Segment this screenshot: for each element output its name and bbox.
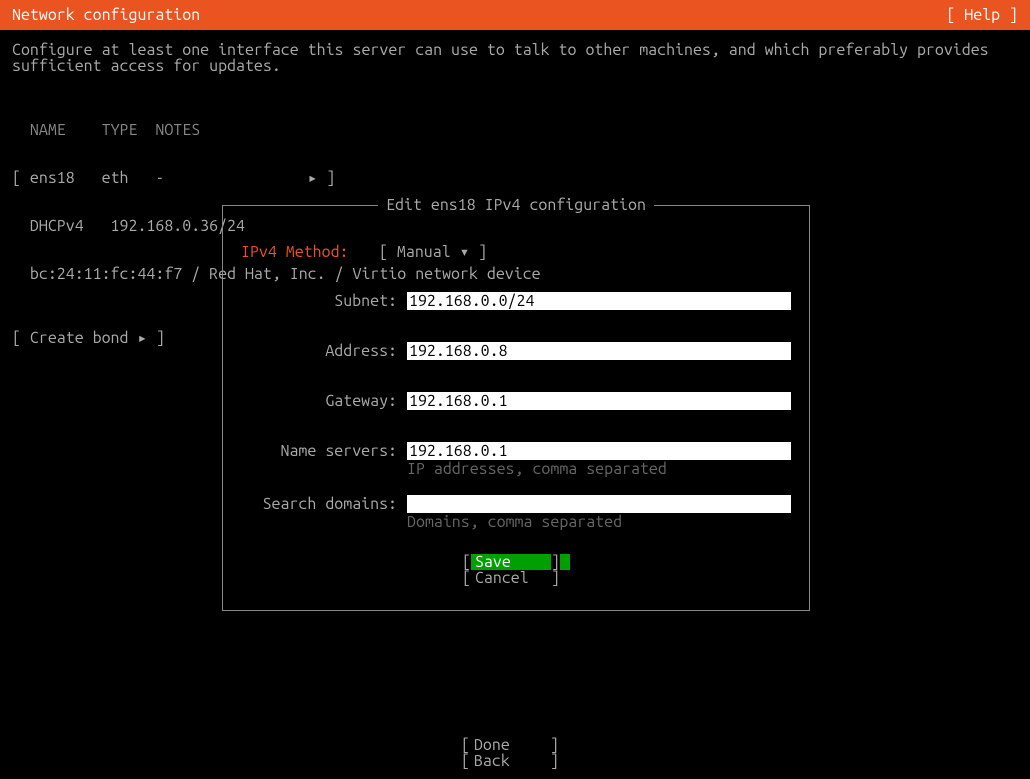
ipv4-method-select[interactable]: [ Manual ▾ ]	[379, 244, 487, 260]
nameservers-row: Name servers: IP addresses, comma separa…	[241, 442, 791, 477]
ipv4-config-dialog: Edit ens18 IPv4 configuration IPv4 Metho…	[222, 205, 810, 611]
header-bar: Network configuration [ Help ]	[0, 0, 1030, 30]
save-button[interactable]: [Save]	[462, 554, 570, 570]
help-button[interactable]: [ Help ]	[946, 7, 1018, 23]
footer-buttons: [Done] [Back]	[0, 737, 1030, 769]
gateway-input[interactable]	[407, 392, 791, 410]
subnet-row: Subnet:	[241, 292, 791, 310]
ipv4-method-label: IPv4 Method:	[241, 244, 379, 260]
searchdomains-input[interactable]	[407, 495, 791, 513]
address-row: Address:	[241, 342, 791, 360]
chevron-down-icon: ▾	[460, 243, 470, 261]
searchdomains-label: Search domains:	[241, 495, 397, 512]
page-title: Network configuration	[12, 7, 200, 23]
address-label: Address:	[241, 342, 397, 359]
nameservers-hint: IP addresses, comma separated	[407, 461, 791, 477]
subnet-input[interactable]	[407, 292, 791, 310]
subnet-label: Subnet:	[241, 292, 397, 309]
gateway-label: Gateway:	[241, 392, 397, 409]
cancel-button[interactable]: [Cancel]	[462, 570, 570, 586]
chevron-right-icon: ▸	[308, 169, 318, 187]
gateway-row: Gateway:	[241, 392, 791, 410]
address-input[interactable]	[407, 342, 791, 360]
intro-text: Configure at least one interface this se…	[12, 42, 1018, 74]
searchdomains-row: Search domains: Domains, comma separated	[241, 495, 791, 530]
done-button[interactable]: [Done]	[461, 737, 569, 753]
back-button[interactable]: [Back]	[461, 753, 569, 769]
nameservers-input[interactable]	[407, 442, 791, 460]
nameservers-label: Name servers:	[241, 442, 397, 459]
ipv4-method-row: IPv4 Method: [ Manual ▾ ]	[241, 244, 791, 260]
iface-row-ens18[interactable]: [ ens18 eth - ▸ ]	[12, 170, 1018, 186]
dialog-title: Edit ens18 IPv4 configuration	[223, 197, 809, 213]
searchdomains-hint: Domains, comma separated	[407, 514, 791, 530]
dialog-buttons: [Save] [Cancel]	[241, 554, 791, 586]
iface-columns: NAME TYPE NOTES	[12, 122, 1018, 138]
